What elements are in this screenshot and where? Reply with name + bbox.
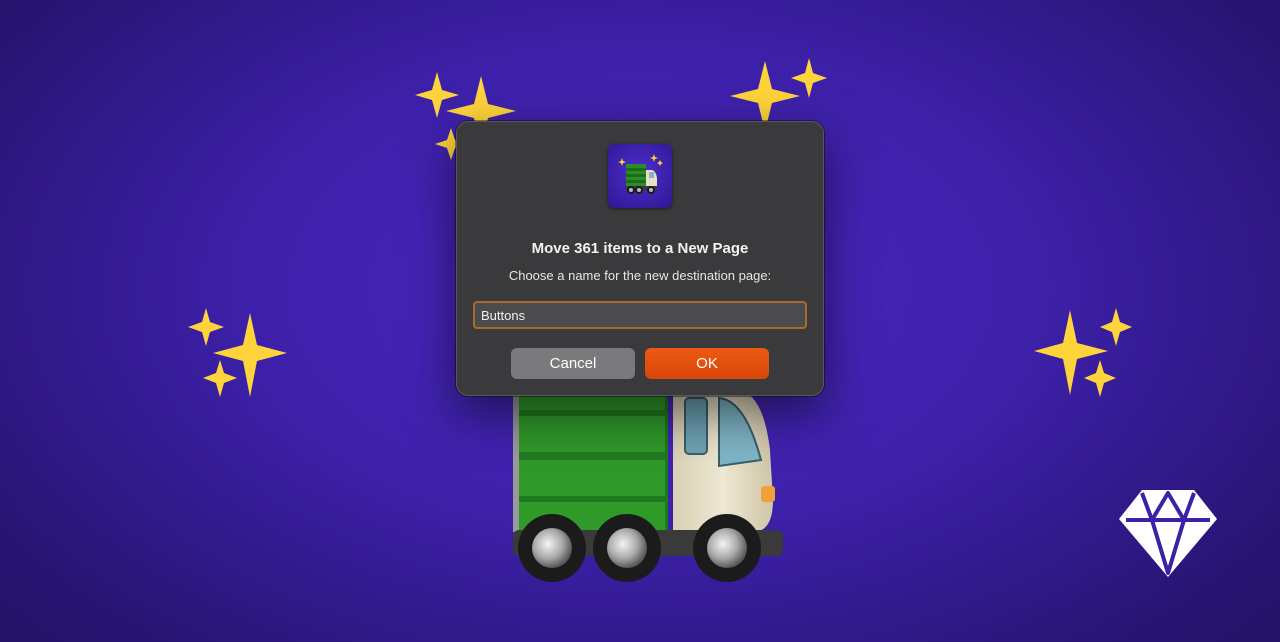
- truck-with-sparkles-icon: [608, 144, 672, 208]
- cancel-button[interactable]: Cancel: [511, 348, 635, 379]
- dialog-title: Move 361 items to a New Page: [531, 240, 749, 257]
- sparkles-icon: [1034, 308, 1132, 397]
- move-to-page-dialog: Move 361 items to a New Page Choose a na…: [456, 121, 824, 396]
- sketch-diamond-logo: [1119, 490, 1217, 577]
- page-name-input[interactable]: [473, 301, 807, 329]
- sparkles-icon: [730, 58, 827, 131]
- ok-button[interactable]: OK: [645, 348, 769, 379]
- dialog-subtitle: Choose a name for the new destination pa…: [508, 268, 772, 283]
- delivery-truck-icon: [513, 380, 783, 582]
- sparkles-icon: [188, 308, 287, 397]
